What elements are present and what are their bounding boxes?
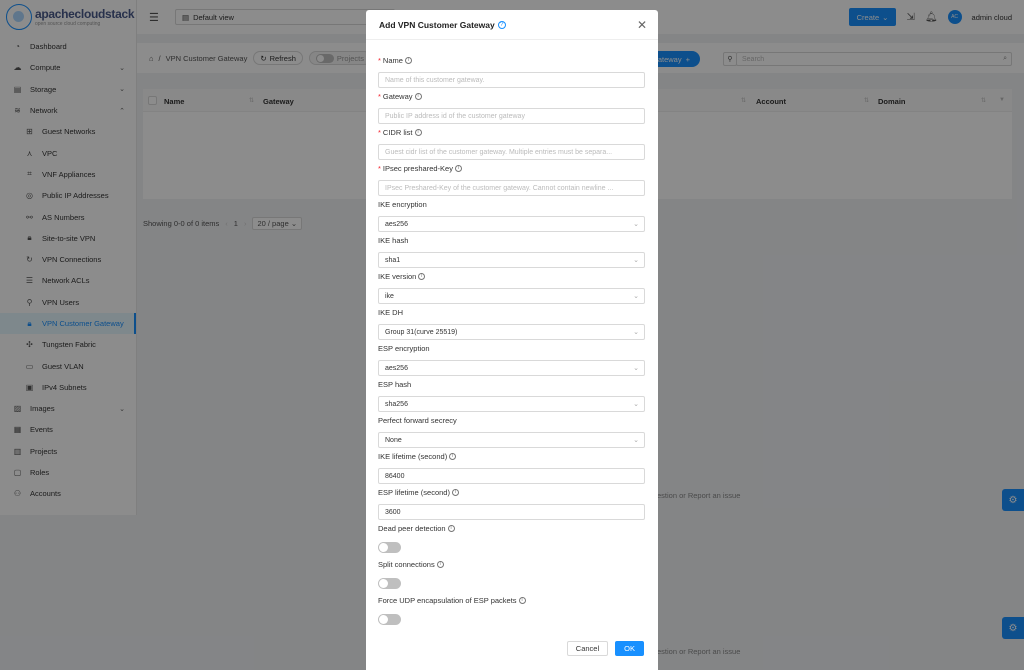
ike-hash-select[interactable]: sha1 ⌄ [378, 252, 645, 268]
info-icon: i [449, 452, 457, 460]
split-connections-toggle[interactable] [378, 578, 401, 589]
chevron-down-icon: ⌄ [633, 329, 639, 336]
info-icon: i [436, 560, 444, 568]
esp-encryption-select[interactable]: aes256 ⌄ [378, 360, 645, 376]
info-icon: i [447, 524, 455, 532]
ike-version-field: IKE version i ike ⌄ [378, 271, 645, 304]
cancel-button[interactable]: Cancel [566, 641, 609, 656]
info-icon: i [518, 596, 526, 604]
name-input[interactable]: Name of this customer gateway. [378, 72, 645, 88]
info-icon: i [451, 488, 459, 496]
dialog-title: Add VPN Customer Gateway [379, 19, 495, 30]
ike-encryption-select[interactable]: aes256 ⌄ [378, 216, 645, 232]
ike-version-select[interactable]: ike ⌄ [378, 288, 645, 304]
chevron-down-icon: ⌄ [633, 293, 639, 300]
chevron-down-icon: ⌄ [633, 365, 639, 372]
esp-hash-field: ESP hash sha256 ⌄ [378, 379, 645, 412]
dead-peer-detection-field: Dead peer detection i [378, 523, 645, 553]
name-field: * Name i Name of this customer gateway. [378, 55, 645, 88]
ipsec-psk-input[interactable]: IPsec Preshared-Key of the customer gate… [378, 180, 645, 196]
add-vpn-customer-gateway-dialog: Add VPN Customer Gateway ? ✕ * Name i Name… [366, 10, 658, 670]
info-icon: i [454, 164, 462, 172]
chevron-down-icon: ⌄ [633, 257, 639, 264]
chevron-down-icon: ⌄ [633, 221, 639, 228]
ike-lifetime-input[interactable]: 86400 [378, 468, 645, 484]
force-udp-field: Force UDP encapsulation of ESP packets i [378, 595, 645, 625]
ike-encryption-field: IKE encryption aes256 ⌄ [378, 199, 645, 232]
ok-button[interactable]: OK [615, 641, 644, 656]
esp-lifetime-field: ESP lifetime (second) i 3600 [378, 487, 645, 520]
question-icon[interactable]: ? [497, 20, 506, 29]
info-icon: i [418, 272, 426, 280]
esp-encryption-field: ESP encryption aes256 ⌄ [378, 343, 645, 376]
dead-peer-detection-toggle[interactable] [378, 542, 401, 553]
gateway-input[interactable]: Public IP address id of the customer gat… [378, 108, 645, 124]
ike-lifetime-field: IKE lifetime (second) i 86400 [378, 451, 645, 484]
ike-dh-field: IKE DH Group 31(curve 25519) ⌄ [378, 307, 645, 340]
ike-hash-field: IKE hash sha1 ⌄ [378, 235, 645, 268]
chevron-down-icon: ⌄ [633, 437, 639, 444]
info-icon: i [414, 92, 422, 100]
info-icon: i [404, 56, 412, 64]
pfs-select[interactable]: None ⌄ [378, 432, 645, 448]
chevron-down-icon: ⌄ [633, 401, 639, 408]
esp-hash-select[interactable]: sha256 ⌄ [378, 396, 645, 412]
dialog-footer: Cancel OK [566, 641, 644, 656]
info-icon: i [414, 128, 422, 136]
esp-lifetime-input[interactable]: 3600 [378, 504, 645, 520]
dialog-header: Add VPN Customer Gateway ? ✕ [366, 10, 658, 40]
pfs-field: Perfect forward secrecy None ⌄ [378, 415, 645, 448]
ipsec-psk-field: * IPsec preshared-Key i IPsec Preshared-Ke… [378, 163, 645, 196]
cidr-list-field: * CIDR list i Guest cidr list of the custo… [378, 127, 645, 160]
force-udp-toggle[interactable] [378, 614, 401, 625]
ike-dh-select[interactable]: Group 31(curve 25519) ⌄ [378, 324, 645, 340]
gateway-field: * Gateway i Public IP address id of the cu… [378, 91, 645, 124]
cidr-list-input[interactable]: Guest cidr list of the customer gateway.… [378, 144, 645, 160]
close-icon[interactable]: ✕ [637, 18, 647, 32]
split-connections-field: Split connections i [378, 559, 645, 589]
